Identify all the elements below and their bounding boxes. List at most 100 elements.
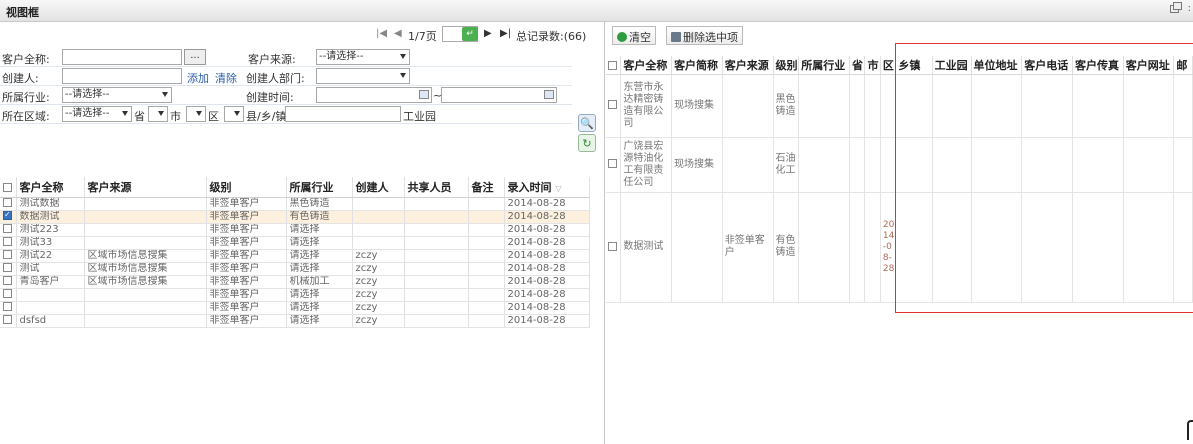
row-checkbox[interactable] bbox=[3, 315, 12, 324]
col-customer-source[interactable]: 客户来源 bbox=[84, 177, 207, 198]
prev-page-icon[interactable]: ◀ bbox=[394, 28, 402, 39]
browse-button[interactable]: ... bbox=[184, 49, 206, 65]
table-row[interactable]: 测试22 区域市场信息搜集 非签单客户 请选择 zczy 2014-08-28 bbox=[0, 249, 590, 263]
rcol-address[interactable]: 单位地址 bbox=[971, 56, 1023, 75]
row-checkbox-cell[interactable] bbox=[0, 301, 17, 315]
row-checkbox-cell[interactable] bbox=[0, 249, 17, 263]
row-checkbox[interactable] bbox=[3, 224, 12, 233]
rcol-fax[interactable]: 客户传真 bbox=[1072, 56, 1124, 75]
table-row[interactable]: 数据测试 非签单客户有色铸造 2014-08-28 bbox=[0, 210, 590, 224]
selected-row[interactable]: 广饶县宏源特油化工有限责任公司 现场搜集 石油化工 bbox=[606, 137, 1193, 193]
col-entry-time[interactable]: 录入时间 ▽ bbox=[504, 177, 590, 198]
row-checkbox-cell[interactable] bbox=[606, 192, 622, 303]
row-checkbox[interactable] bbox=[3, 237, 12, 246]
clear-link[interactable]: 清除 bbox=[215, 70, 237, 86]
row-checkbox-cell[interactable] bbox=[0, 275, 17, 289]
right-select-all-checkbox[interactable] bbox=[608, 60, 617, 70]
row-checkbox[interactable] bbox=[3, 302, 12, 311]
row-checkbox-cell[interactable] bbox=[0, 288, 17, 302]
add-link[interactable]: 添加 bbox=[187, 70, 209, 86]
window-more[interactable]: : bbox=[1188, 3, 1191, 14]
col-note[interactable]: 备注 bbox=[468, 177, 505, 198]
row-checkbox[interactable] bbox=[608, 100, 617, 109]
rcol-phone[interactable]: 客户电话 bbox=[1021, 56, 1073, 75]
selected-row[interactable]: 数据测试 非签单客户 有色铸造 2014-08-28 bbox=[606, 192, 1193, 303]
clear-button[interactable]: 清空 bbox=[612, 26, 656, 45]
customer-name-input[interactable] bbox=[62, 49, 182, 65]
delete-selected-button[interactable]: 删除选中项 bbox=[666, 26, 743, 45]
row-checkbox-cell[interactable] bbox=[606, 74, 622, 138]
chevron-down-icon bbox=[158, 111, 164, 116]
rcol-website[interactable]: 客户网址 bbox=[1123, 56, 1175, 75]
rcol-postcode[interactable]: 邮 bbox=[1173, 56, 1193, 75]
col-industry[interactable]: 所属行业 bbox=[286, 177, 353, 198]
city-select[interactable] bbox=[186, 106, 206, 122]
search-icon[interactable]: 🔍 bbox=[578, 114, 596, 132]
col-level[interactable]: 级别 bbox=[206, 177, 287, 198]
row-checkbox[interactable] bbox=[3, 210, 12, 221]
row-checkbox[interactable] bbox=[608, 241, 617, 251]
calendar-icon[interactable] bbox=[419, 90, 429, 99]
select-all-checkbox[interactable] bbox=[3, 182, 12, 192]
region-select[interactable]: --请选择-- bbox=[62, 106, 132, 122]
row-checkbox-cell[interactable] bbox=[0, 197, 17, 211]
table-row[interactable]: 测试 区域市场信息搜集 非签单客户 请选择 zczy 2014-08-28 bbox=[0, 262, 590, 276]
rcol-short[interactable]: 客户简称 bbox=[671, 56, 723, 75]
row-checkbox-cell[interactable] bbox=[0, 223, 17, 237]
row-checkbox[interactable] bbox=[608, 159, 617, 168]
calendar-icon[interactable] bbox=[544, 90, 554, 99]
district-select[interactable] bbox=[224, 106, 244, 122]
table-row[interactable]: 测试223 非签单客户 请选择 2014-08-28 bbox=[0, 223, 590, 237]
rcol-town[interactable]: 乡镇 bbox=[895, 56, 933, 75]
first-page-icon[interactable]: |◀ bbox=[376, 28, 387, 39]
customer-name-label: 客户全称: bbox=[2, 53, 50, 66]
table-row[interactable]: 非签单客户 请选择 zczy 2014-08-28 bbox=[0, 301, 590, 315]
row-checkbox[interactable] bbox=[3, 276, 12, 285]
rcol-source[interactable]: 客户来源 bbox=[722, 56, 774, 75]
created-time-start[interactable] bbox=[316, 87, 432, 103]
row-checkbox-cell[interactable] bbox=[0, 210, 17, 224]
table-row[interactable]: 非签单客户 请选择 zczy 2014-08-28 bbox=[0, 288, 590, 302]
sort-icon[interactable]: ▽ bbox=[555, 184, 561, 193]
rcol-province[interactable]: 省 bbox=[849, 56, 866, 75]
row-checkbox-cell[interactable] bbox=[0, 262, 17, 276]
row-checkbox-cell[interactable] bbox=[0, 314, 17, 328]
customer-source-select[interactable]: --请选择-- bbox=[316, 49, 410, 65]
rcol-level[interactable]: 级别 bbox=[773, 56, 800, 75]
row-checkbox[interactable] bbox=[3, 289, 12, 298]
table-row[interactable]: 测试33 非签单客户 请选择 2014-08-28 bbox=[0, 236, 590, 250]
rcol-city[interactable]: 市 bbox=[864, 56, 881, 75]
last-page-icon[interactable]: ▶| bbox=[500, 28, 511, 39]
rcol-district[interactable]: 区 bbox=[880, 56, 897, 75]
row-checkbox[interactable] bbox=[3, 250, 12, 259]
right-select-all[interactable] bbox=[606, 56, 622, 75]
col-creator[interactable]: 创建人 bbox=[352, 177, 405, 198]
industry-select[interactable]: --请选择-- bbox=[62, 87, 172, 103]
select-all-cell[interactable] bbox=[0, 177, 17, 198]
table-row[interactable]: dsfsd 非签单客户 请选择 zczy 2014-08-28 bbox=[0, 314, 590, 328]
row-checkbox[interactable] bbox=[3, 198, 12, 207]
rcol-name[interactable]: 客户全称 bbox=[620, 56, 673, 75]
rcol-park[interactable]: 工业园 bbox=[932, 56, 972, 75]
cell-industry: 请选择 bbox=[286, 262, 353, 276]
creator-dept-select[interactable] bbox=[316, 68, 410, 84]
created-time-end[interactable] bbox=[441, 87, 557, 103]
row-checkbox-cell[interactable] bbox=[606, 137, 622, 193]
col-share[interactable]: 共享人员 bbox=[404, 177, 469, 198]
town-input[interactable] bbox=[285, 106, 401, 122]
go-page-button[interactable]: ↵ bbox=[462, 27, 478, 41]
creator-input[interactable] bbox=[62, 68, 182, 84]
panel-divider[interactable] bbox=[604, 22, 605, 444]
table-row[interactable]: 测试数据 非签单客户 黑色铸造 2014-08-28 bbox=[0, 197, 590, 211]
province-select[interactable] bbox=[148, 106, 168, 122]
col-customer-name[interactable]: 客户全称 bbox=[16, 177, 85, 198]
row-checkbox[interactable] bbox=[3, 263, 12, 272]
table-row[interactable]: 青岛客户 区域市场信息搜集 非签单客户 机械加工 zczy 2014-08-28 bbox=[0, 275, 590, 289]
reset-icon[interactable]: ↻ bbox=[578, 134, 596, 152]
row-checkbox-cell[interactable] bbox=[0, 236, 17, 250]
cell-empty bbox=[895, 74, 933, 138]
next-page-icon[interactable]: ▶ bbox=[484, 28, 492, 39]
rcol-industry[interactable]: 所属行业 bbox=[798, 56, 850, 75]
restore-icon[interactable] bbox=[1170, 2, 1182, 13]
selected-row[interactable]: 东营市永达精密铸造有限公司 现场搜集 黑色铸造 bbox=[606, 74, 1193, 138]
